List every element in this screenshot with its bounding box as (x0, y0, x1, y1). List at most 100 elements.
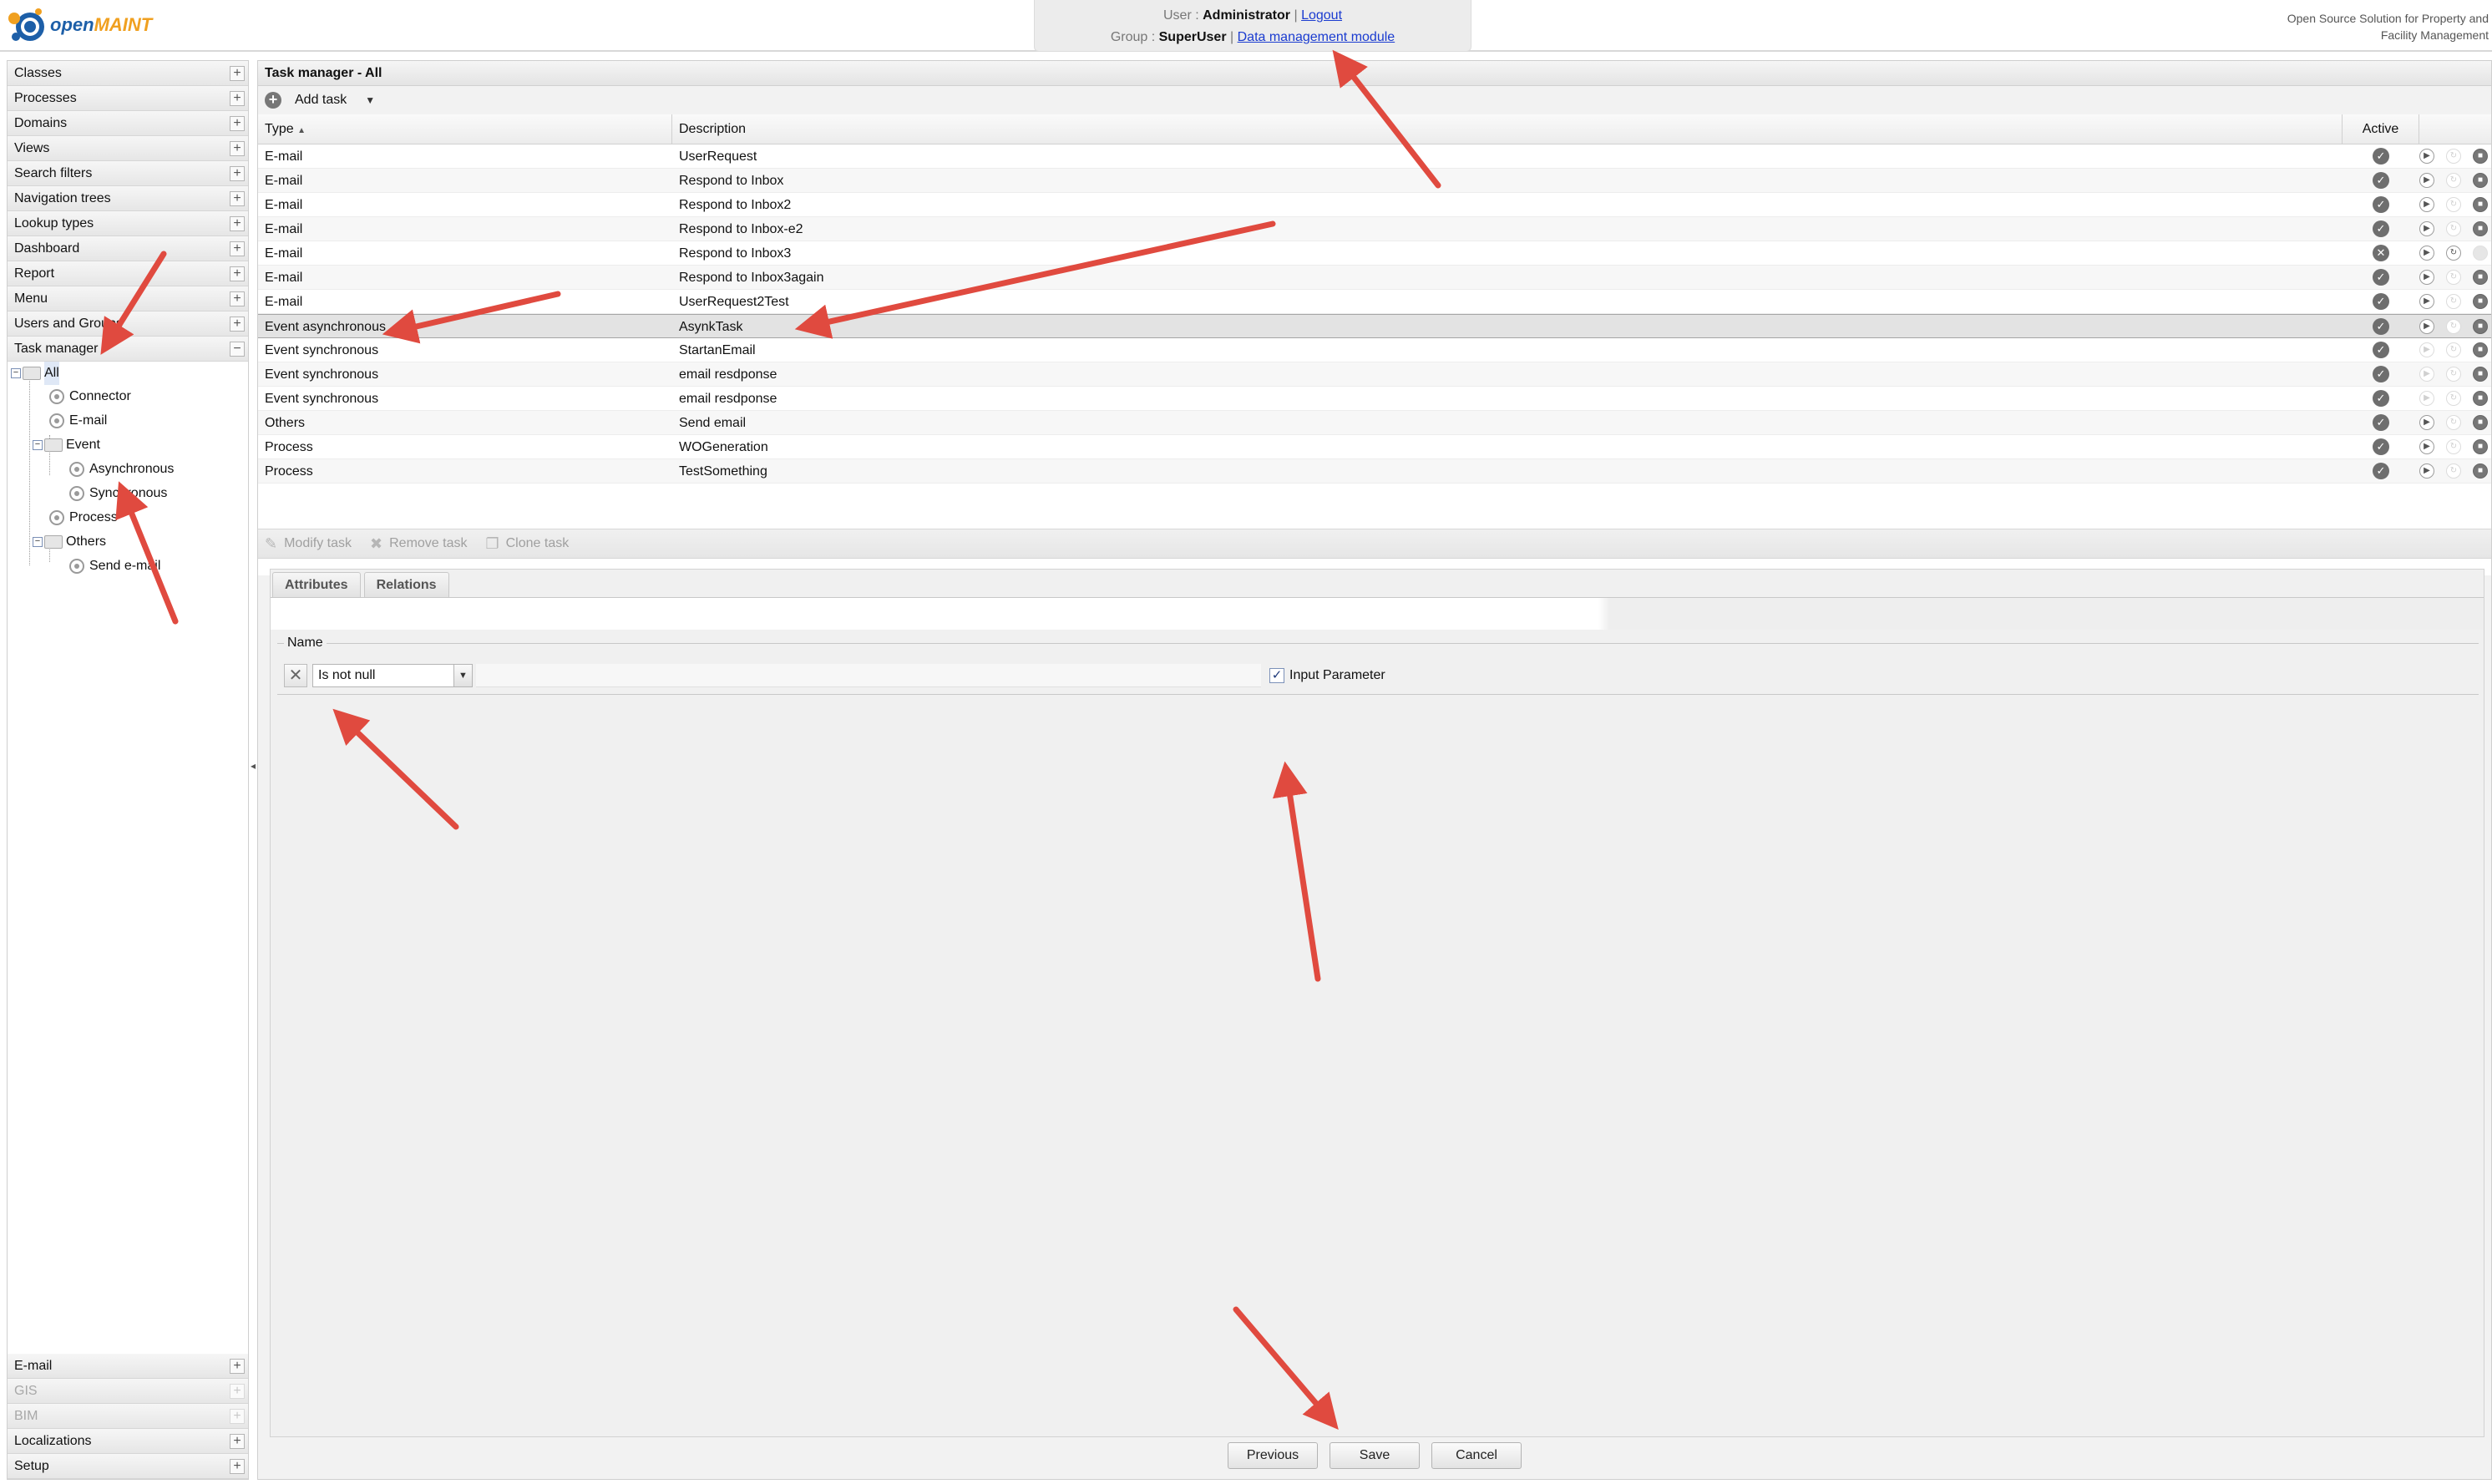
table-row[interactable]: Event synchronous email resdponse ✓ ▶ ↻ ■ (258, 387, 2491, 411)
add-task-button[interactable]: + Add task ▼ (265, 86, 375, 114)
collapse-icon[interactable]: − (230, 342, 245, 357)
sidebar-item-search-filters[interactable]: Search filters + (8, 161, 248, 186)
table-row[interactable]: Event synchronous email resdponse ✓ ▶ ↻ ■ (258, 362, 2491, 387)
sidebar-item-setup[interactable]: Setup + (8, 1454, 248, 1479)
stop-task-icon[interactable]: ■ (2473, 149, 2488, 164)
sidebar-item-views[interactable]: Views + (8, 136, 248, 161)
expand-icon[interactable]: + (230, 1459, 245, 1474)
tree-node-email[interactable]: E-mail (49, 409, 107, 433)
sidebar-item-menu[interactable]: Menu + (8, 286, 248, 311)
table-row[interactable]: E-mail Respond to Inbox ✓ ▶ ↻ ■ (258, 169, 2491, 193)
tree-node-event[interactable]: − Event (33, 433, 100, 457)
table-row[interactable]: E-mail Respond to Inbox3again ✓ ▶ ↻ ■ (258, 266, 2491, 290)
expand-icon[interactable]: + (230, 141, 245, 156)
start-task-icon[interactable]: ▶ (2419, 270, 2434, 285)
stop-task-icon[interactable]: ■ (2473, 318, 2488, 334)
tree-node-synchronous[interactable]: Synchronous (69, 482, 167, 505)
stop-task-icon[interactable]: ■ (2473, 391, 2488, 406)
table-row[interactable]: E-mail Respond to Inbox2 ✓ ▶ ↻ ■ (258, 193, 2491, 217)
collapse-icon[interactable]: − (33, 440, 43, 450)
table-row[interactable]: Event synchronous StartanEmail ✓ ▶ ↻ ■ (258, 338, 2491, 362)
expand-icon[interactable]: + (230, 317, 245, 332)
openmaint-logo[interactable]: openMAINT (5, 3, 152, 47)
expand-icon[interactable]: + (230, 166, 245, 181)
stop-task-icon[interactable]: ■ (2473, 221, 2488, 236)
stop-task-icon[interactable]: ■ (2473, 173, 2488, 188)
tree-node-others[interactable]: − Others (33, 530, 106, 554)
stop-task-icon[interactable]: ■ (2473, 270, 2488, 285)
remove-filter-button[interactable]: ✕ (284, 664, 307, 687)
column-header-active[interactable]: Active (2343, 114, 2419, 144)
previous-button[interactable]: Previous (1228, 1442, 1318, 1469)
logout-link[interactable]: Logout (1301, 8, 1342, 23)
sidebar-item-classes[interactable]: Classes + (8, 61, 248, 86)
expand-icon[interactable]: + (230, 91, 245, 106)
expand-icon[interactable]: + (230, 266, 245, 281)
save-button[interactable]: Save (1330, 1442, 1420, 1469)
modify-task-button[interactable]: ✎ Modify task (265, 535, 352, 553)
table-row[interactable]: E-mail Respond to Inbox3 ✕ ▶ ↻ ■ (258, 241, 2491, 266)
start-task-icon[interactable]: ▶ (2419, 294, 2434, 309)
expand-icon[interactable]: + (230, 216, 245, 231)
cycle-task-icon[interactable]: ↻ (2446, 246, 2461, 261)
sidebar-item-lookup-types[interactable]: Lookup types + (8, 211, 248, 236)
table-row[interactable]: Others Send email ✓ ▶ ↻ ■ (258, 411, 2491, 435)
expand-icon[interactable]: + (230, 291, 245, 306)
start-task-icon[interactable]: ▶ (2419, 246, 2434, 261)
table-row[interactable]: Process TestSomething ✓ ▶ ↻ ■ (258, 459, 2491, 484)
column-header-description[interactable]: Description (672, 114, 2343, 144)
start-task-icon[interactable]: ▶ (2419, 149, 2434, 164)
stop-task-icon[interactable]: ■ (2473, 415, 2488, 430)
tree-node-connector[interactable]: Connector (49, 385, 131, 408)
sidebar-item-report[interactable]: Report + (8, 261, 248, 286)
stop-task-icon[interactable]: ■ (2473, 342, 2488, 357)
tab-relations[interactable]: Relations (363, 572, 449, 597)
stop-task-icon[interactable]: ■ (2473, 463, 2488, 479)
cancel-button[interactable]: Cancel (1431, 1442, 1522, 1469)
collapse-icon[interactable]: − (11, 368, 21, 378)
clone-task-button[interactable]: ❐ Clone task (485, 535, 569, 553)
expand-icon[interactable]: + (230, 191, 245, 206)
tree-node-asynchronous[interactable]: Asynchronous (69, 458, 174, 481)
table-row[interactable]: Event asynchronous AsynkTask ✓ ▶ ↻ ■ (258, 314, 2491, 338)
sidebar-item-task-manager[interactable]: Task manager − (8, 337, 248, 362)
data-management-module-link[interactable]: Data management module (1238, 30, 1395, 44)
input-parameter-checkbox[interactable]: ✓ (1269, 668, 1284, 683)
tree-node-all[interactable]: − All (11, 362, 59, 385)
start-task-icon[interactable]: ▶ (2419, 415, 2434, 430)
sidebar-collapse-handle[interactable]: ◂ (250, 756, 256, 776)
operator-select[interactable]: Is not null ▼ (312, 664, 473, 687)
sidebar-item-users-and-groups[interactable]: Users and Groups + (8, 311, 248, 337)
chevron-down-icon[interactable]: ▼ (453, 665, 472, 686)
expand-icon[interactable]: + (230, 116, 245, 131)
start-task-icon[interactable]: ▶ (2419, 318, 2434, 334)
table-row[interactable]: E-mail UserRequest ✓ ▶ ↻ ■ (258, 144, 2491, 169)
sidebar-item-processes[interactable]: Processes + (8, 86, 248, 111)
sidebar-item-domains[interactable]: Domains + (8, 111, 248, 136)
sidebar-item-dashboard[interactable]: Dashboard + (8, 236, 248, 261)
stop-task-icon[interactable]: ■ (2473, 367, 2488, 382)
table-row[interactable]: E-mail Respond to Inbox-e2 ✓ ▶ ↻ ■ (258, 217, 2491, 241)
start-task-icon[interactable]: ▶ (2419, 197, 2434, 212)
sidebar-item-localizations[interactable]: Localizations + (8, 1429, 248, 1454)
table-row[interactable]: E-mail UserRequest2Test ✓ ▶ ↻ ■ (258, 290, 2491, 314)
stop-task-icon[interactable]: ■ (2473, 294, 2488, 309)
expand-icon[interactable]: + (230, 241, 245, 256)
expand-icon[interactable]: + (230, 1434, 245, 1449)
input-parameter-checkbox-wrap[interactable]: ✓ Input Parameter (1269, 668, 1385, 683)
tree-node-process[interactable]: Process (49, 506, 118, 529)
start-task-icon[interactable]: ▶ (2419, 463, 2434, 479)
start-task-icon[interactable]: ▶ (2419, 221, 2434, 236)
stop-task-icon[interactable]: ■ (2473, 197, 2488, 212)
column-header-type[interactable]: Type ▲ (258, 114, 672, 144)
filter-value-field[interactable] (476, 664, 1261, 687)
remove-task-button[interactable]: ✖ Remove task (370, 535, 467, 553)
tree-node-send-email[interactable]: Send e-mail (69, 555, 160, 578)
expand-icon[interactable]: + (230, 66, 245, 81)
sidebar-item-e-mail[interactable]: E-mail + (8, 1354, 248, 1379)
sidebar-item-navigation-trees[interactable]: Navigation trees + (8, 186, 248, 211)
tab-attributes[interactable]: Attributes (272, 572, 361, 597)
table-row[interactable]: Process WOGeneration ✓ ▶ ↻ ■ (258, 435, 2491, 459)
start-task-icon[interactable]: ▶ (2419, 173, 2434, 188)
expand-icon[interactable]: + (230, 1359, 245, 1374)
